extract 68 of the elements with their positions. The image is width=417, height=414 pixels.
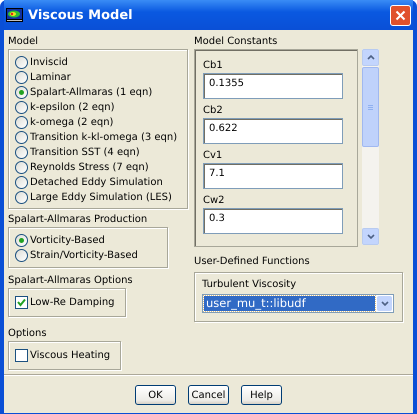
radio-button[interactable] bbox=[15, 249, 28, 262]
checkbox[interactable] bbox=[15, 349, 28, 362]
option-label: Spalart-Allmaras (1 eqn) bbox=[30, 87, 152, 98]
radio-option[interactable]: Inviscid bbox=[15, 55, 183, 70]
option-label: Vorticity-Based bbox=[30, 235, 105, 246]
radio-button[interactable] bbox=[15, 234, 28, 247]
close-icon bbox=[395, 10, 406, 20]
radio-button[interactable] bbox=[15, 161, 28, 174]
radio-option[interactable]: Spalart-Allmaras (1 eqn) bbox=[15, 85, 183, 100]
radio-option[interactable]: k-omega (2 eqn) bbox=[15, 115, 183, 130]
radio-option[interactable]: Vorticity-Based bbox=[15, 233, 157, 248]
option-label: Strain/Vorticity-Based bbox=[30, 250, 138, 261]
radio-option[interactable]: Reynolds Stress (7 eqn) bbox=[15, 160, 183, 175]
radio-button[interactable] bbox=[15, 86, 28, 99]
radio-button[interactable] bbox=[15, 101, 28, 114]
radio-option[interactable]: Large Eddy Simulation (LES) bbox=[15, 190, 183, 205]
field-label: Cw2 bbox=[203, 194, 226, 208]
dialog-button[interactable]: Cancel bbox=[188, 385, 229, 405]
group-title: Model Constants bbox=[194, 35, 278, 49]
field-label: Cb2 bbox=[203, 104, 224, 118]
dropdown[interactable]: user_mu_t::libudf bbox=[202, 294, 394, 313]
scroll-down-icon[interactable] bbox=[362, 228, 379, 245]
option-label: k-omega (2 eqn) bbox=[30, 117, 114, 128]
option-label: Transition k-kl-omega (3 eqn) bbox=[30, 132, 178, 143]
radio-option[interactable]: Strain/Vorticity-Based bbox=[15, 248, 157, 263]
input-field[interactable]: 0.622 bbox=[203, 118, 343, 144]
caret-icon bbox=[380, 301, 388, 306]
group-title: Options bbox=[8, 327, 48, 341]
group-title: Model bbox=[8, 35, 40, 49]
input-field[interactable]: 7.1 bbox=[203, 163, 343, 189]
field-label: Cb1 bbox=[203, 59, 224, 73]
field-label: Turbulent Viscosity bbox=[202, 278, 298, 292]
radio-button[interactable] bbox=[15, 176, 28, 189]
option-label: Transition SST (4 eqn) bbox=[30, 147, 140, 158]
radio-button[interactable] bbox=[15, 131, 28, 144]
radio-option[interactable]: Laminar bbox=[15, 70, 183, 85]
field-label: Cv1 bbox=[203, 149, 224, 163]
option-label: Inviscid bbox=[30, 57, 68, 68]
option-label: Reynolds Stress (7 eqn) bbox=[30, 162, 149, 173]
group-title: Spalart-Allmaras Production bbox=[8, 213, 148, 227]
option-label: Detached Eddy Simulation bbox=[30, 177, 163, 188]
option-label: Laminar bbox=[30, 72, 71, 83]
radio-button[interactable] bbox=[15, 71, 28, 84]
radio-option[interactable]: Transition k-kl-omega (3 eqn) bbox=[15, 130, 183, 145]
scrollbar[interactable] bbox=[362, 49, 379, 245]
radio-button[interactable] bbox=[15, 146, 28, 159]
group-title: Spalart-Allmaras Options bbox=[8, 274, 134, 288]
checkbox-label: Viscous Heating bbox=[30, 350, 110, 361]
group-title: User-Defined Functions bbox=[194, 255, 311, 269]
close-button[interactable] bbox=[390, 4, 411, 26]
option-label: Large Eddy Simulation (LES) bbox=[30, 192, 172, 203]
window-title: Viscous Model bbox=[28, 8, 134, 22]
radio-option[interactable]: k-epsilon (2 eqn) bbox=[15, 100, 183, 115]
app-icon bbox=[6, 8, 23, 22]
radio-button[interactable] bbox=[15, 116, 28, 129]
radio-option[interactable]: Transition SST (4 eqn) bbox=[15, 145, 183, 160]
radio-button[interactable] bbox=[15, 191, 28, 204]
option-label: k-epsilon (2 eqn) bbox=[30, 102, 114, 113]
radio-button[interactable] bbox=[15, 56, 28, 69]
input-field[interactable]: 0.1355 bbox=[203, 73, 343, 99]
input-field[interactable]: 0.3 bbox=[203, 208, 343, 234]
checkbox-label: Low-Re Damping bbox=[30, 297, 115, 308]
dialog-button[interactable]: OK bbox=[135, 385, 176, 405]
scroll-up-icon[interactable] bbox=[362, 49, 379, 66]
scroll-thumb[interactable] bbox=[362, 67, 379, 147]
radio-option[interactable]: Detached Eddy Simulation bbox=[15, 175, 183, 190]
dialog-button[interactable]: Help bbox=[241, 385, 282, 405]
checkbox[interactable] bbox=[15, 296, 28, 309]
